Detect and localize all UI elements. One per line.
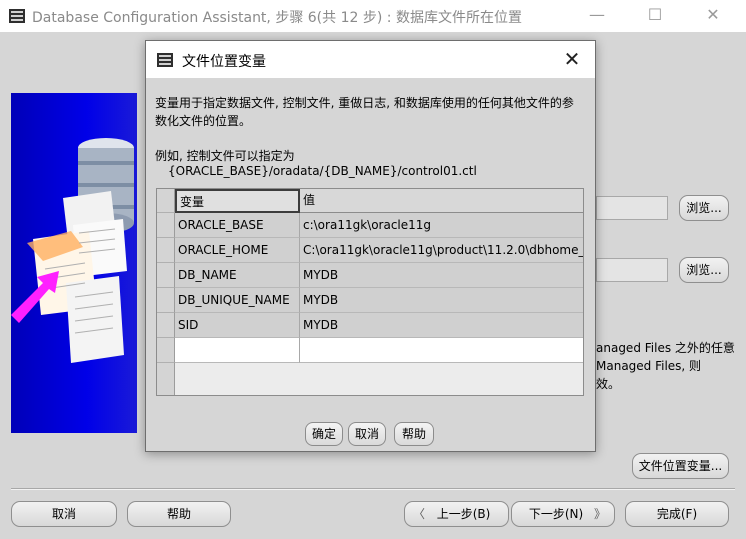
dialog-close-icon[interactable]: ✕ (557, 45, 587, 75)
minimize-icon[interactable]: — (574, 0, 620, 32)
row-header[interactable] (157, 238, 175, 263)
dialog-help-button[interactable]: 帮助 (394, 422, 434, 446)
back-button-label: 上一步(B) (436, 507, 491, 521)
table-cell-variable[interactable]: ORACLE_BASE (175, 213, 300, 238)
row-header[interactable] (157, 288, 175, 313)
cancel-button[interactable]: 取消 (11, 501, 117, 527)
dialog-app-icon (157, 53, 173, 67)
variables-table: 变量 值 ORACLE_BASE c:\ora11gk\oracle11g OR… (156, 188, 584, 396)
background-path-input-2[interactable] (596, 258, 668, 282)
example-label: 例如, 控制文件可以指定为 (155, 149, 295, 163)
dialog-titlebar: 文件位置变量 ✕ (146, 41, 595, 78)
dialog-cancel-button[interactable]: 取消 (348, 422, 386, 446)
window-title: Database Configuration Assistant, 步骤 6(共… (32, 10, 522, 26)
table-cell-value[interactable]: MYDB (300, 313, 583, 338)
background-info-line-1: anaged Files 之外的任意 (596, 341, 735, 355)
table-corner-cell (157, 189, 175, 213)
table-cell-value[interactable]: C:\ora11gk\oracle11g\product\11.2.0\dbho… (300, 238, 583, 263)
chevron-left-icon: 〈 (413, 507, 426, 521)
table-cell-variable[interactable]: DB_UNIQUE_NAME (175, 288, 300, 313)
background-info-line-2: Managed Files, 则 (596, 359, 702, 373)
maximize-icon[interactable]: ☐ (632, 0, 678, 32)
background-path-input-1[interactable] (596, 196, 668, 220)
next-button-label: 下一步(N) (528, 507, 584, 521)
back-button[interactable]: 〈 上一步(B) (404, 501, 509, 527)
file-location-variables-button[interactable]: 文件位置变量... (632, 453, 729, 479)
table-cell-value[interactable]: MYDB (300, 263, 583, 288)
row-header[interactable] (157, 263, 175, 288)
help-button[interactable]: 帮助 (127, 501, 231, 527)
background-info-line-3: 效。 (596, 377, 621, 391)
dialog-title: 文件位置变量 (182, 54, 266, 70)
chevron-right-icon: 》 (593, 507, 606, 521)
finish-button[interactable]: 完成(F) (625, 501, 729, 527)
window-close-icon[interactable]: ✕ (690, 0, 736, 32)
table-cell-value[interactable]: MYDB (300, 288, 583, 313)
database-files-illustration (11, 138, 134, 363)
table-cell-value-empty[interactable] (300, 338, 583, 363)
table-cell-variable[interactable]: DB_NAME (175, 263, 300, 288)
row-header[interactable] (157, 213, 175, 238)
next-button[interactable]: 下一步(N) 》 (511, 501, 615, 527)
row-header[interactable] (157, 313, 175, 338)
wizard-illustration (11, 93, 137, 433)
row-header-filler (157, 363, 175, 395)
table-cell-variable[interactable]: ORACLE_HOME (175, 238, 300, 263)
ok-button[interactable]: 确定 (305, 422, 343, 446)
table-cell-variable-empty[interactable] (175, 338, 300, 363)
browse-button-1[interactable]: 浏览... (679, 195, 729, 221)
footer-separator (11, 488, 735, 490)
app-icon (9, 9, 25, 23)
table-cell-value[interactable]: c:\ora11gk\oracle11g (300, 213, 583, 238)
window-titlebar: Database Configuration Assistant, 步骤 6(共… (0, 0, 746, 32)
row-header[interactable] (157, 338, 175, 363)
browse-button-2[interactable]: 浏览... (679, 257, 729, 283)
table-cell-variable[interactable]: SID (175, 313, 300, 338)
dialog-description: 变量用于指定数据文件, 控制文件, 重做日志, 和数据库使用的任何其他文件的参数… (155, 96, 574, 128)
example-path: {ORACLE_BASE}/oradata/{DB_NAME}/control0… (168, 164, 477, 178)
file-location-variables-dialog: 文件位置变量 ✕ 变量用于指定数据文件, 控制文件, 重做日志, 和数据库使用的… (145, 40, 596, 452)
column-header-value[interactable]: 值 (300, 189, 583, 213)
column-header-variable[interactable]: 变量 (175, 189, 300, 213)
